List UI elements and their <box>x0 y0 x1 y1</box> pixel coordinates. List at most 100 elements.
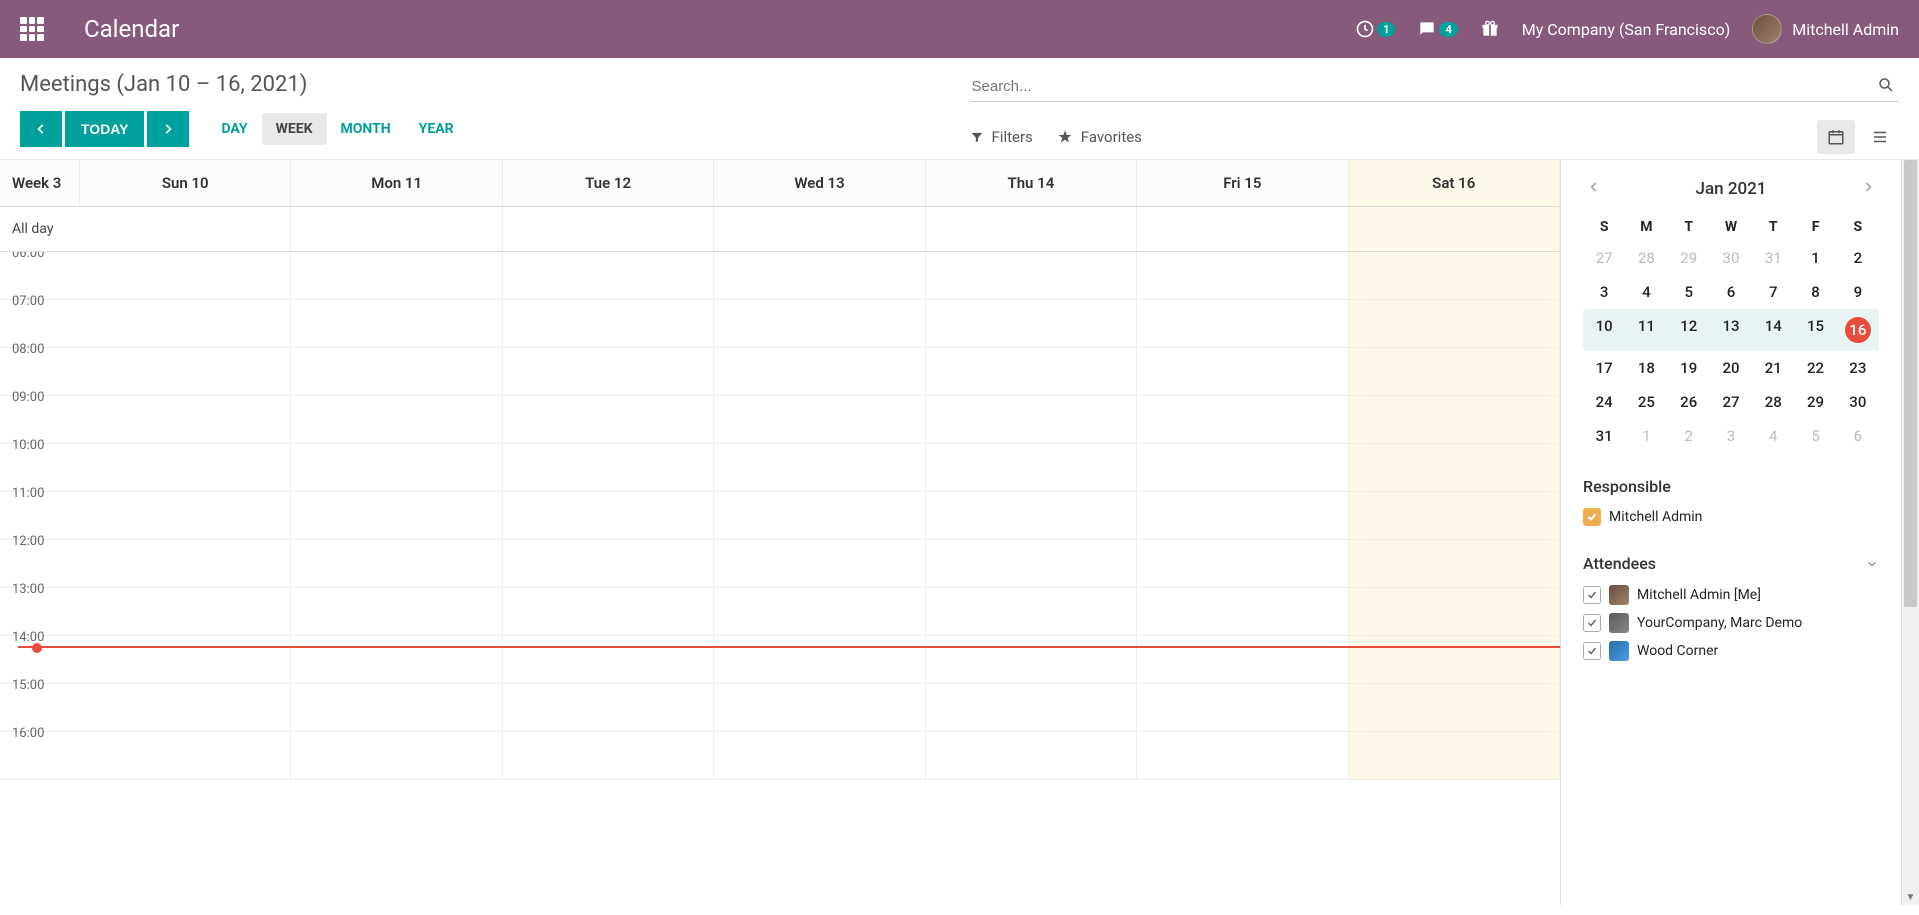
checkbox-icon[interactable] <box>1583 508 1601 526</box>
mini-day[interactable]: 31 <box>1583 419 1625 453</box>
mini-day[interactable]: 28 <box>1752 385 1794 419</box>
time-slot[interactable] <box>503 492 714 539</box>
allday-cell[interactable] <box>1137 207 1348 251</box>
time-slot[interactable] <box>503 444 714 491</box>
mini-day[interactable]: 11 <box>1625 309 1667 351</box>
time-slot[interactable] <box>1137 444 1348 491</box>
favorites-button[interactable]: Favorites <box>1057 128 1142 146</box>
time-slot[interactable] <box>926 732 1137 779</box>
time-slot[interactable] <box>80 348 291 395</box>
mini-day[interactable]: 19 <box>1668 351 1710 385</box>
mini-day[interactable]: 14 <box>1752 309 1794 351</box>
time-slot[interactable] <box>714 348 925 395</box>
day-header[interactable]: Thu 14 <box>926 160 1137 206</box>
mini-day[interactable]: 16 <box>1837 309 1879 351</box>
allday-cell[interactable] <box>926 207 1137 251</box>
mini-day[interactable]: 18 <box>1625 351 1667 385</box>
view-month[interactable]: MONTH <box>327 113 405 145</box>
time-slot[interactable] <box>80 636 291 683</box>
time-slot[interactable] <box>714 684 925 731</box>
time-slot[interactable] <box>714 492 925 539</box>
time-slot[interactable] <box>926 396 1137 443</box>
mini-day[interactable]: 29 <box>1668 241 1710 275</box>
time-slot[interactable] <box>714 396 925 443</box>
mini-day[interactable]: 1 <box>1794 241 1836 275</box>
mini-day[interactable]: 24 <box>1583 385 1625 419</box>
allday-cell[interactable] <box>291 207 502 251</box>
next-button[interactable] <box>147 111 189 147</box>
day-header[interactable]: Mon 11 <box>291 160 502 206</box>
time-slot[interactable] <box>503 540 714 587</box>
time-slot[interactable] <box>1349 396 1560 443</box>
time-slot[interactable] <box>1137 540 1348 587</box>
day-header[interactable]: Wed 13 <box>714 160 925 206</box>
time-slot[interactable] <box>80 540 291 587</box>
time-slot[interactable] <box>926 444 1137 491</box>
time-slot[interactable] <box>291 588 502 635</box>
time-slot[interactable] <box>291 300 502 347</box>
mini-day[interactable]: 15 <box>1794 309 1836 351</box>
app-title[interactable]: Calendar <box>84 15 179 43</box>
time-slot[interactable] <box>926 252 1137 299</box>
list-view-icon[interactable] <box>1861 120 1899 154</box>
time-slot[interactable] <box>714 588 925 635</box>
mini-day[interactable]: 26 <box>1668 385 1710 419</box>
mini-day[interactable]: 29 <box>1794 385 1836 419</box>
time-slot[interactable] <box>1349 732 1560 779</box>
mini-day[interactable]: 6 <box>1837 419 1879 453</box>
day-header[interactable]: Sat 16 <box>1349 160 1560 206</box>
mini-day[interactable]: 4 <box>1752 419 1794 453</box>
time-slot[interactable] <box>80 252 291 299</box>
mini-day[interactable]: 20 <box>1710 351 1752 385</box>
mini-day[interactable]: 17 <box>1583 351 1625 385</box>
time-slot[interactable] <box>1137 684 1348 731</box>
mini-day[interactable]: 12 <box>1668 309 1710 351</box>
time-slot[interactable] <box>291 348 502 395</box>
time-slot[interactable] <box>291 732 502 779</box>
mini-day[interactable]: 7 <box>1752 275 1794 309</box>
allday-cell[interactable] <box>1349 207 1560 251</box>
time-slot[interactable] <box>1137 588 1348 635</box>
attendee-item[interactable]: Mitchell Admin [Me] <box>1583 581 1879 609</box>
time-slot[interactable] <box>926 684 1137 731</box>
time-slot[interactable] <box>1349 684 1560 731</box>
checkbox-icon[interactable] <box>1583 614 1601 632</box>
time-slot[interactable] <box>1349 348 1560 395</box>
time-slot[interactable] <box>1137 348 1348 395</box>
filters-button[interactable]: Filters <box>970 128 1033 146</box>
mini-day[interactable]: 5 <box>1668 275 1710 309</box>
gift-icon[interactable] <box>1480 19 1500 39</box>
time-slot[interactable] <box>503 252 714 299</box>
day-header[interactable]: Fri 15 <box>1137 160 1348 206</box>
time-slot[interactable] <box>714 300 925 347</box>
mini-day[interactable]: 3 <box>1710 419 1752 453</box>
day-header[interactable]: Tue 12 <box>503 160 714 206</box>
attendee-item[interactable]: YourCompany, Marc Demo <box>1583 609 1879 637</box>
search-icon[interactable] <box>1877 76 1895 98</box>
time-slot[interactable] <box>291 684 502 731</box>
prev-button[interactable] <box>20 111 62 147</box>
time-slot[interactable] <box>714 444 925 491</box>
mini-day[interactable]: 5 <box>1794 419 1836 453</box>
time-slot[interactable] <box>1349 300 1560 347</box>
calendar-view-icon[interactable] <box>1817 120 1855 154</box>
mini-day[interactable]: 22 <box>1794 351 1836 385</box>
time-slot[interactable] <box>80 300 291 347</box>
time-slot[interactable] <box>926 492 1137 539</box>
time-slot[interactable] <box>926 540 1137 587</box>
time-slot[interactable] <box>1349 540 1560 587</box>
mini-day[interactable]: 30 <box>1710 241 1752 275</box>
mini-day[interactable]: 27 <box>1710 385 1752 419</box>
time-slot[interactable] <box>714 636 925 683</box>
time-slot[interactable] <box>926 588 1137 635</box>
scroll-down-icon[interactable]: ▼ <box>1902 889 1919 905</box>
time-slot[interactable] <box>503 300 714 347</box>
mini-day[interactable]: 10 <box>1583 309 1625 351</box>
mini-day[interactable]: 21 <box>1752 351 1794 385</box>
time-slot[interactable] <box>80 588 291 635</box>
time-slot[interactable] <box>503 588 714 635</box>
time-slot[interactable] <box>291 444 502 491</box>
mini-day[interactable]: 2 <box>1668 419 1710 453</box>
time-slot[interactable] <box>503 732 714 779</box>
search-input[interactable] <box>970 72 1900 101</box>
